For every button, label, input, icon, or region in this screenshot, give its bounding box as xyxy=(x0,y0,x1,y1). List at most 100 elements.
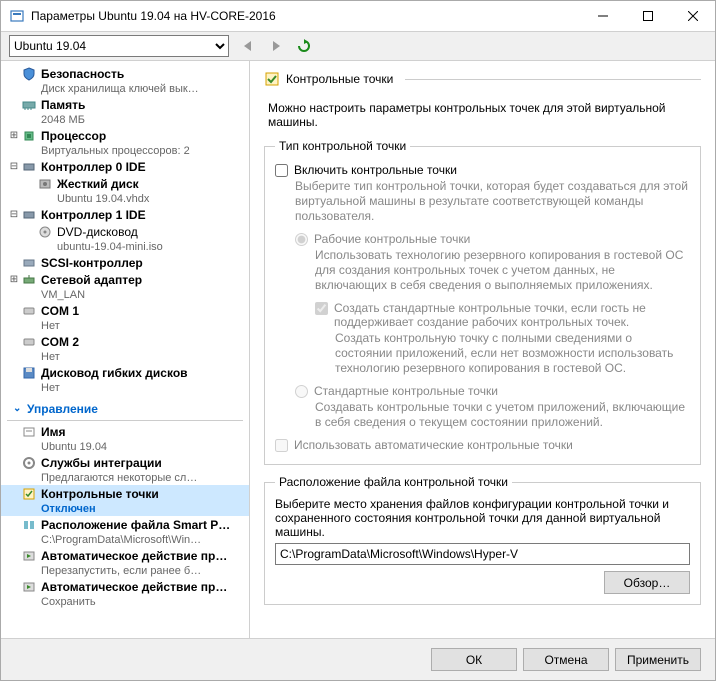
toolbar: Ubuntu 19.04 xyxy=(1,31,715,61)
tree-sublabel: Нет xyxy=(1,350,249,364)
tree-label: Сетевой адаптер xyxy=(41,273,142,287)
tree-row[interactable]: ⊟Контроллер 0 IDE xyxy=(1,158,249,175)
tree-label: Автоматическое действие пр… xyxy=(41,580,227,594)
sidebar[interactable]: БезопасностьДиск хранилища ключей вык…Па… xyxy=(1,61,250,638)
tree-label: Автоматическое действие пр… xyxy=(41,549,227,563)
location-help: Выберите место хранения файлов конфигура… xyxy=(275,497,690,539)
main-description: Можно настроить параметры контрольных то… xyxy=(268,101,701,129)
refresh-icon[interactable] xyxy=(295,37,313,55)
tree-sublabel: Диск хранилища ключей вык… xyxy=(1,82,249,96)
tree-row[interactable]: Службы интеграции xyxy=(1,454,249,471)
expander-icon[interactable]: ⊟ xyxy=(7,161,21,172)
ide-icon xyxy=(21,159,37,175)
expander-icon[interactable]: ⊞ xyxy=(7,130,21,141)
window-title: Параметры Ubuntu 19.04 на HV-CORE-2016 xyxy=(31,9,580,23)
tree-row[interactable]: Память xyxy=(1,96,249,113)
hdd-icon xyxy=(37,176,53,192)
net-icon xyxy=(21,272,37,288)
tree-row[interactable]: SCSI-контроллер xyxy=(1,254,249,271)
tree-row[interactable]: Расположение файла Smart P… xyxy=(1,516,249,533)
apply-button[interactable]: Применить xyxy=(615,648,701,671)
tree-row[interactable]: Жесткий диск xyxy=(1,175,249,192)
tree-row[interactable]: Дисковод гибких дисков xyxy=(1,364,249,381)
tree-item[interactable]: Расположение файла Smart P…C:\ProgramDat… xyxy=(1,516,249,547)
expander-icon[interactable]: ⊞ xyxy=(7,274,21,285)
checkpoint-icon xyxy=(264,71,280,87)
tree-row[interactable]: Имя xyxy=(1,423,249,440)
tree-label: SCSI-контроллер xyxy=(41,256,143,270)
com-icon xyxy=(21,334,37,350)
footer: ОК Отмена Применить xyxy=(1,638,715,680)
tree-sublabel: ubuntu-19.04-mini.iso xyxy=(1,240,249,254)
tree-row[interactable]: ⊞ Сетевой адаптер xyxy=(1,271,249,288)
close-button[interactable] xyxy=(670,1,715,31)
cancel-button[interactable]: Отмена xyxy=(523,648,609,671)
tree-sublabel: Нет xyxy=(1,319,249,333)
maximize-button[interactable] xyxy=(625,1,670,31)
tree-sublabel: Сохранить xyxy=(1,595,249,609)
ok-button[interactable]: ОК xyxy=(431,648,517,671)
main-title: Контрольные точки xyxy=(286,72,393,86)
tree-item[interactable]: DVD-дисководubuntu-19.04-mini.iso xyxy=(1,223,249,254)
tree-item[interactable]: БезопасностьДиск хранилища ключей вык… xyxy=(1,65,249,96)
tree-label: Жесткий диск xyxy=(57,177,139,191)
enable-checkpoints-row[interactable]: Включить контрольные точки xyxy=(275,163,690,177)
tree-item[interactable]: ⊟Контроллер 0 IDE xyxy=(1,158,249,175)
standard-checkpoints-label: Стандартные контрольные точки xyxy=(314,384,498,398)
auto-icon xyxy=(21,579,37,595)
tree-sublabel: 2048 МБ xyxy=(1,113,249,127)
management-section-header[interactable]: ⌄Управление xyxy=(7,397,243,421)
tree-row[interactable]: ⊞Процессор xyxy=(1,127,249,144)
tree-row[interactable]: Контрольные точки xyxy=(1,485,249,502)
tree-item[interactable]: ⊞ПроцессорВиртуальных процессоров: 2 xyxy=(1,127,249,158)
tree-item[interactable]: Жесткий дискUbuntu 19.04.vhdx xyxy=(1,175,249,206)
tree-item[interactable]: Службы интеграцииПредлагаются некоторые … xyxy=(1,454,249,485)
tree-label: Расположение файла Smart P… xyxy=(41,518,230,532)
auto-checkpoints-label: Использовать автоматические контрольные … xyxy=(294,438,573,452)
dvd-icon xyxy=(37,224,53,240)
tree-row[interactable]: DVD-дисковод xyxy=(1,223,249,240)
tree-row[interactable]: ⊟ Контроллер 1 IDE xyxy=(1,206,249,223)
chk-icon xyxy=(21,486,37,502)
tree-item[interactable]: ИмяUbuntu 19.04 xyxy=(1,423,249,454)
standard-checkpoints-help: Создавать контрольные точки с учетом при… xyxy=(315,400,690,430)
nav-back-icon[interactable] xyxy=(239,37,257,55)
tree-item[interactable]: Автоматическое действие пр…Сохранить xyxy=(1,578,249,609)
location-path-input[interactable] xyxy=(275,543,690,565)
tree-item[interactable]: COM 2Нет xyxy=(1,333,249,364)
tree-label: Контроллер 1 IDE xyxy=(41,208,146,222)
fdd-icon xyxy=(21,365,37,381)
checkpoint-location-fieldset: Расположение файла контрольной точки Выб… xyxy=(264,475,701,605)
browse-button[interactable]: Обзор… xyxy=(604,571,690,594)
section-label: Управление xyxy=(27,402,98,416)
minimize-button[interactable] xyxy=(580,1,625,31)
enable-checkpoints-label: Включить контрольные точки xyxy=(294,163,457,177)
tree-row[interactable]: COM 1 xyxy=(1,302,249,319)
tree-item[interactable]: SCSI-контроллер xyxy=(1,254,249,271)
ide-icon xyxy=(21,207,37,223)
smart-icon xyxy=(21,517,37,533)
tree-row[interactable]: COM 2 xyxy=(1,333,249,350)
tree-item[interactable]: Контрольные точкиОтключен xyxy=(1,485,249,516)
tree-item[interactable]: COM 1Нет xyxy=(1,302,249,333)
tree-item[interactable]: ⊞ Сетевой адаптерVM_LAN xyxy=(1,271,249,302)
nav-forward-icon[interactable] xyxy=(267,37,285,55)
tree-row[interactable]: Автоматическое действие пр… xyxy=(1,578,249,595)
auto-checkpoints-checkbox xyxy=(275,439,288,452)
scsi-icon xyxy=(21,255,37,271)
tree-row[interactable]: Безопасность xyxy=(1,65,249,82)
ram-icon xyxy=(21,97,37,113)
tree-label: COM 2 xyxy=(41,335,79,349)
tree-sublabel: VM_LAN xyxy=(1,288,249,302)
tree-row[interactable]: Автоматическое действие пр… xyxy=(1,547,249,564)
enable-checkpoints-checkbox[interactable] xyxy=(275,164,288,177)
tree-label: DVD-дисковод xyxy=(57,225,138,239)
tree-item[interactable]: Память2048 МБ xyxy=(1,96,249,127)
fieldset-legend: Тип контрольной точки xyxy=(275,139,410,153)
vm-select[interactable]: Ubuntu 19.04 xyxy=(9,35,229,57)
expander-icon[interactable]: ⊟ xyxy=(7,209,21,220)
tree-item[interactable]: ⊟ Контроллер 1 IDE xyxy=(1,206,249,223)
tree-item[interactable]: Дисковод гибких дисковНет xyxy=(1,364,249,395)
tree-item[interactable]: Автоматическое действие пр…Перезапустить… xyxy=(1,547,249,578)
tree-label: Имя xyxy=(41,425,66,439)
